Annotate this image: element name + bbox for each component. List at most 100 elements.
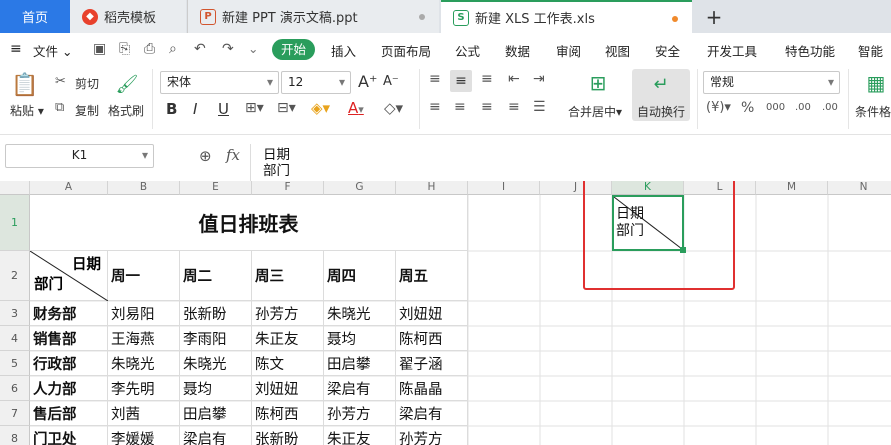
menu-data[interactable]: 数据 (505, 41, 530, 60)
selected-cell-k1[interactable]: 日期 部门 (612, 195, 686, 253)
staff-cell[interactable]: 李媛媛 (108, 426, 180, 445)
staff-cell[interactable]: 聂均 (180, 376, 252, 401)
sheet-title-cell[interactable]: 值日排班表 (30, 195, 468, 251)
staff-cell[interactable]: 梁启有 (180, 426, 252, 445)
grow-font-button[interactable]: A⁺ (358, 72, 377, 91)
staff-cell[interactable]: 王海燕 (108, 326, 180, 351)
justify-icon[interactable]: ≡ (508, 99, 520, 115)
italic-button[interactable]: I (193, 100, 197, 118)
day-header-cell[interactable]: 周五 (396, 251, 468, 301)
conditional-format-button[interactable]: 条件格 (855, 103, 891, 120)
staff-cell[interactable]: 李先明 (108, 376, 180, 401)
staff-cell[interactable]: 张新盼 (252, 426, 324, 445)
format-painter-button[interactable]: 格式刷 (108, 102, 144, 119)
staff-cell[interactable]: 朱正友 (324, 426, 396, 445)
redo-icon[interactable]: ↷ (222, 41, 234, 57)
wrap-text-button[interactable]: ↵ 自动换行 (632, 69, 690, 121)
undo-icon[interactable]: ↶ (194, 41, 206, 57)
staff-cell[interactable]: 朱正友 (252, 326, 324, 351)
staff-cell[interactable]: 梁启有 (396, 401, 468, 426)
paste-button[interactable]: 粘贴 ▾ (10, 102, 44, 119)
new-tab-button[interactable]: + (704, 0, 724, 33)
merge-center-button[interactable]: 合并居中▾ (568, 103, 622, 120)
staff-cell[interactable]: 刘妞妞 (252, 376, 324, 401)
staff-cell[interactable]: 刘妞妞 (396, 301, 468, 326)
staff-cell[interactable]: 朱晓光 (108, 351, 180, 376)
export-icon[interactable]: ⎘ (119, 41, 130, 57)
copy-icon[interactable]: ⧉ (55, 100, 64, 115)
menu-formula[interactable]: 公式 (455, 41, 480, 60)
department-cell[interactable]: 行政部 (30, 351, 108, 376)
shrink-font-button[interactable]: A⁻ (383, 74, 399, 89)
staff-cell[interactable]: 刘茜 (108, 401, 180, 426)
name-box[interactable]: K1 ▾ (5, 144, 154, 168)
department-cell[interactable]: 销售部 (30, 326, 108, 351)
eraser-icon[interactable]: ◇▾ (384, 99, 403, 117)
thousands-button[interactable]: 000 (766, 102, 785, 113)
staff-cell[interactable]: 陈柯西 (252, 401, 324, 426)
bold-button[interactable]: B (166, 100, 177, 118)
staff-cell[interactable]: 陈文 (252, 351, 324, 376)
staff-cell[interactable]: 李雨阳 (180, 326, 252, 351)
staff-cell[interactable]: 陈晶晶 (396, 376, 468, 401)
conditional-format-icon[interactable]: ▦ (862, 69, 890, 97)
menu-page-layout[interactable]: 页面布局 (381, 41, 431, 60)
menu-review[interactable]: 审阅 (556, 41, 581, 60)
decrease-decimal-button[interactable]: .00 (822, 102, 838, 113)
spreadsheet-grid[interactable]: A B E F G H I J K L M N 1 2 3 4 5 6 7 8 … (0, 181, 891, 445)
fx-button[interactable]: fx (226, 146, 240, 164)
staff-cell[interactable]: 孙芳方 (396, 426, 468, 445)
staff-cell[interactable]: 田启攀 (180, 401, 252, 426)
staff-cell[interactable]: 田启攀 (324, 351, 396, 376)
percent-button[interactable]: % (741, 100, 754, 116)
day-header-cell[interactable]: 周四 (324, 251, 396, 301)
menu-insert[interactable]: 插入 (331, 41, 356, 60)
department-cell[interactable]: 门卫处 (30, 426, 108, 445)
distributed-icon[interactable]: ☰ (533, 99, 546, 115)
staff-cell[interactable]: 张新盼 (180, 301, 252, 326)
copy-button[interactable]: 复制 (75, 102, 99, 119)
cut-button[interactable]: 剪切 (75, 75, 99, 92)
hamburger-icon[interactable]: ≡ (10, 41, 22, 57)
merge-center-icon[interactable]: ⊞ (584, 69, 612, 97)
staff-cell[interactable]: 朱晓光 (180, 351, 252, 376)
staff-cell[interactable]: 陈柯西 (396, 326, 468, 351)
save-icon[interactable]: ▣ (93, 41, 106, 57)
staff-cell[interactable]: 聂均 (324, 326, 396, 351)
quick-access-dropdown-icon[interactable]: ⌄ (248, 41, 258, 56)
tab-xls[interactable]: S 新建 XLS 工作表.xls (441, 0, 692, 33)
align-center-icon[interactable]: ≡ (454, 99, 466, 115)
menu-start[interactable]: 开始 (272, 39, 315, 60)
paste-icon[interactable]: 📋 (10, 71, 40, 99)
tab-home[interactable]: 首页 (0, 0, 70, 33)
number-format-select[interactable]: 常规 ▾ (703, 71, 840, 94)
indent-decrease-icon[interactable]: ⇤ (508, 71, 520, 87)
tab-daoke[interactable]: ◆ 稻壳模板 (70, 0, 186, 33)
align-top-icon[interactable]: ≡ (429, 71, 441, 87)
fill-color-icon[interactable]: ◈▾ (311, 99, 330, 117)
zoom-search-icon[interactable]: ⊕ (199, 147, 212, 165)
currency-button[interactable]: (¥)▾ (706, 100, 731, 115)
border-icon[interactable]: ⊞▾ (245, 100, 264, 116)
merge-border-icon[interactable]: ⊟▾ (277, 100, 296, 116)
print-icon[interactable]: ⎙ (144, 41, 155, 57)
print-preview-icon[interactable]: ⌕ (169, 41, 177, 57)
font-name-select[interactable]: 宋体 ▾ (160, 71, 279, 94)
menu-security[interactable]: 安全 (655, 41, 680, 60)
staff-cell[interactable]: 翟子涵 (396, 351, 468, 376)
tab-ppt[interactable]: P 新建 PPT 演示文稿.ppt (187, 0, 439, 33)
cut-icon[interactable]: ✂ (55, 74, 66, 89)
menu-view[interactable]: 视图 (605, 41, 630, 60)
align-left-icon[interactable]: ≡ (429, 99, 441, 115)
align-middle-icon[interactable]: ≡ (450, 70, 472, 92)
staff-cell[interactable]: 朱晓光 (324, 301, 396, 326)
align-right-icon[interactable]: ≡ (481, 99, 493, 115)
align-bottom-icon[interactable]: ≡ (481, 71, 493, 87)
fill-handle[interactable] (680, 247, 686, 253)
diagonal-header-cell[interactable]: 日期 部门 (30, 251, 108, 301)
menu-file[interactable]: 文件 ⌄ (33, 41, 72, 60)
day-header-cell[interactable]: 周三 (252, 251, 324, 301)
day-header-cell[interactable]: 周二 (180, 251, 252, 301)
increase-decimal-button[interactable]: .00 (795, 102, 811, 113)
menu-features[interactable]: 特色功能 (785, 41, 835, 60)
